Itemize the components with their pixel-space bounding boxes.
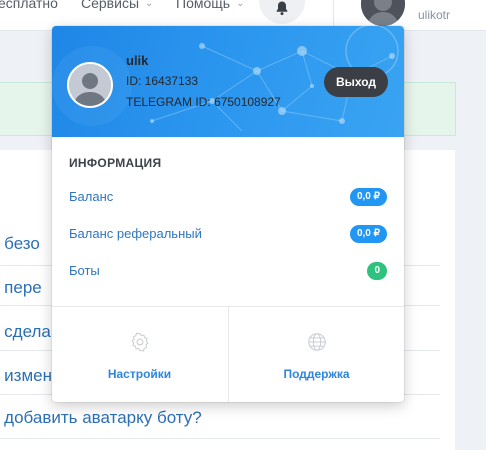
gear-icon bbox=[131, 332, 149, 352]
top-username[interactable]: ulikotr bbox=[418, 8, 450, 22]
faq-link[interactable]: к безо bbox=[0, 234, 40, 254]
faq-link[interactable]: к измен bbox=[0, 366, 52, 386]
logout-button[interactable]: Выход bbox=[324, 67, 388, 97]
nav-item-label: Помощь bbox=[176, 0, 231, 11]
nav-item-help[interactable]: Помощь ⌄ bbox=[176, 0, 244, 11]
info-label[interactable]: Боты bbox=[69, 263, 100, 278]
faq-link[interactable]: к добавить аватарку боту? bbox=[0, 408, 202, 428]
telegram-id: TELEGRAM ID: 6750108927 bbox=[126, 95, 281, 109]
profile-id: ID: 16437133 bbox=[126, 74, 199, 88]
info-label[interactable]: Баланс bbox=[69, 189, 113, 204]
profile-header: ulik ID: 16437133 TELEGRAM ID: 675010892… bbox=[52, 26, 404, 137]
info-row-bots[interactable]: Боты 0 bbox=[52, 261, 404, 283]
support-button[interactable]: Поддержка bbox=[228, 307, 404, 402]
settings-button[interactable]: Настройки bbox=[52, 307, 227, 402]
support-label: Поддержка bbox=[283, 367, 350, 381]
chevron-down-icon: ⌄ bbox=[145, 0, 154, 9]
info-label[interactable]: Баланс реферальный bbox=[69, 226, 202, 241]
info-row-balance[interactable]: Баланс 0,0 ₽ bbox=[52, 187, 404, 209]
user-avatar[interactable] bbox=[361, 0, 405, 26]
user-silhouette-icon bbox=[361, 0, 405, 26]
settings-label: Настройки bbox=[107, 367, 172, 381]
globe-icon bbox=[308, 333, 326, 351]
info-row-referral-balance[interactable]: Баланс реферальный 0,0 ₽ bbox=[52, 224, 404, 246]
divider bbox=[0, 438, 440, 439]
faq-link[interactable]: к сдела bbox=[0, 322, 51, 342]
user-silhouette-icon bbox=[69, 64, 111, 106]
nav-item-label: есплатно bbox=[0, 0, 58, 11]
notifications-button[interactable] bbox=[259, 0, 305, 24]
profile-dropdown: ulik ID: 16437133 TELEGRAM ID: 675010892… bbox=[52, 26, 404, 402]
nav-item-free[interactable]: есплатно bbox=[0, 0, 58, 11]
nav-item-label: Сервисы bbox=[81, 0, 140, 11]
profile-avatar bbox=[67, 62, 113, 108]
balance-badge: 0,0 ₽ bbox=[349, 188, 387, 206]
bell-icon bbox=[276, 1, 288, 16]
nav-item-services[interactable]: Сервисы ⌄ bbox=[81, 0, 153, 11]
dropdown-footer: Настройки Поддержка bbox=[52, 306, 404, 402]
chevron-down-icon: ⌄ bbox=[236, 0, 245, 9]
referral-balance-badge: 0,0 ₽ bbox=[349, 225, 387, 243]
faq-link[interactable]: к пере bbox=[0, 278, 42, 298]
info-title: ИНФОРМАЦИЯ bbox=[69, 156, 162, 170]
bots-badge: 0 bbox=[367, 262, 387, 280]
nav-divider bbox=[333, 0, 334, 26]
profile-name: ulik bbox=[126, 53, 149, 68]
